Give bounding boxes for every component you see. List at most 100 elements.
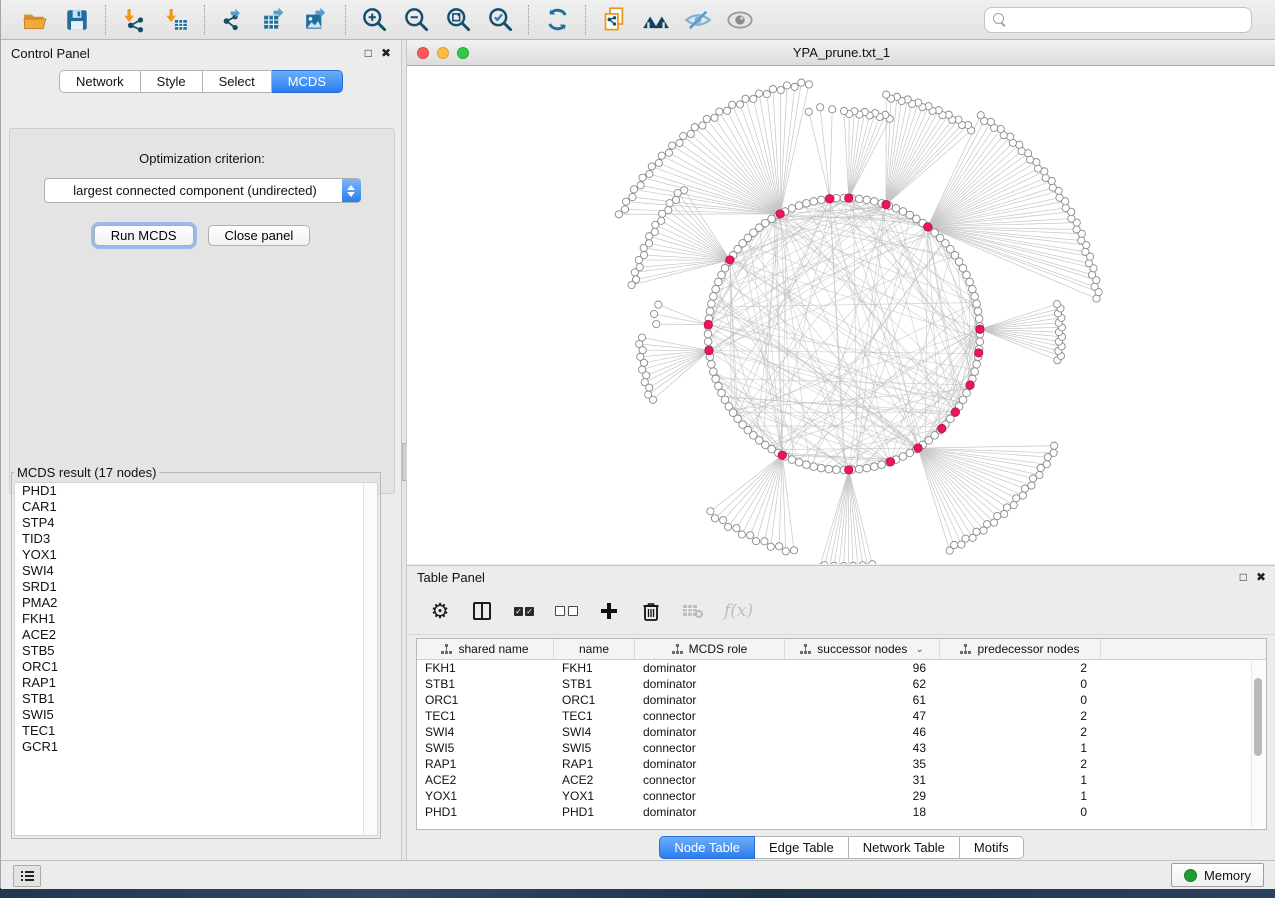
table-cell[interactable]: dominator [635, 804, 785, 820]
table-cell[interactable] [1101, 740, 1266, 756]
table-cell[interactable]: ORC1 [554, 692, 635, 708]
optimization-criterion-dropdown[interactable]: largest connected component (undirected) [44, 178, 361, 203]
table-cell[interactable]: TEC1 [417, 708, 554, 724]
table-cell[interactable]: 35 [785, 756, 940, 772]
table-row[interactable]: SWI4SWI4dominator462 [417, 724, 1266, 740]
clone-network-button[interactable] [600, 6, 628, 34]
table-cell[interactable] [1101, 692, 1266, 708]
table-row[interactable]: YOX1YOX1connector291 [417, 788, 1266, 804]
memory-button[interactable]: Memory [1171, 863, 1264, 887]
add-column-button[interactable] [598, 599, 620, 623]
mcds-result-list[interactable]: PHD1CAR1STP4TID3YOX1SWI4SRD1PMA2FKH1ACE2… [14, 482, 378, 836]
mcds-result-item[interactable]: YOX1 [15, 547, 377, 563]
table-row[interactable]: RAP1RAP1dominator352 [417, 756, 1266, 772]
table-cell[interactable]: 2 [940, 756, 1101, 772]
mcds-result-item[interactable]: TID3 [15, 531, 377, 547]
table-cell[interactable]: 46 [785, 724, 940, 740]
tab-network-table[interactable]: Network Table [849, 836, 960, 859]
select-all-button[interactable]: ✓✓ [513, 599, 535, 623]
tab-network[interactable]: Network [59, 70, 141, 93]
mcds-result-item[interactable]: RAP1 [15, 675, 377, 691]
table-cell[interactable]: STB1 [417, 676, 554, 692]
table-cell[interactable]: 47 [785, 708, 940, 724]
table-cell[interactable] [1101, 804, 1266, 820]
table-cell[interactable]: dominator [635, 724, 785, 740]
task-history-button[interactable] [13, 865, 41, 887]
table-cell[interactable] [1101, 756, 1266, 772]
float-panel-icon[interactable]: □ [365, 47, 372, 59]
close-panel-button[interactable]: Close panel [208, 225, 311, 246]
mcds-result-item[interactable]: ORC1 [15, 659, 377, 675]
table-cell[interactable]: connector [635, 788, 785, 804]
table-row[interactable]: FKH1FKH1dominator962 [417, 660, 1266, 676]
table-cell[interactable]: YOX1 [554, 788, 635, 804]
table-cell[interactable]: 31 [785, 772, 940, 788]
show-hide-graphics-button[interactable] [684, 6, 712, 34]
column-header-name[interactable]: name [554, 639, 635, 659]
table-cell[interactable]: 2 [940, 724, 1101, 740]
apply-layout-button[interactable] [543, 6, 571, 34]
table-cell[interactable]: RAP1 [554, 756, 635, 772]
run-mcds-button[interactable]: Run MCDS [94, 225, 194, 246]
function-builder-button[interactable]: f(x) [724, 599, 753, 623]
export-table-button[interactable] [261, 6, 289, 34]
tab-style[interactable]: Style [141, 70, 203, 93]
tab-select[interactable]: Select [203, 70, 272, 93]
delete-table-button[interactable] [682, 599, 704, 623]
mcds-result-item[interactable]: STB5 [15, 643, 377, 659]
table-cell[interactable]: YOX1 [417, 788, 554, 804]
zoom-selected-button[interactable] [486, 6, 514, 34]
table-cell[interactable]: connector [635, 772, 785, 788]
table-cell[interactable] [1101, 772, 1266, 788]
table-scrollbar[interactable] [1251, 660, 1265, 828]
table-cell[interactable]: dominator [635, 660, 785, 676]
table-cell[interactable]: RAP1 [417, 756, 554, 772]
import-network-button[interactable] [120, 6, 148, 34]
table-cell[interactable]: FKH1 [417, 660, 554, 676]
tab-motifs[interactable]: Motifs [960, 836, 1024, 859]
import-table-button[interactable] [162, 6, 190, 34]
table-cell[interactable]: SWI4 [417, 724, 554, 740]
mcds-list-scrollbar[interactable] [363, 483, 377, 835]
search-input[interactable] [984, 7, 1252, 33]
table-row[interactable]: ORC1ORC1dominator610 [417, 692, 1266, 708]
scrollbar-thumb[interactable] [1254, 678, 1262, 756]
table-cell[interactable]: 1 [940, 788, 1101, 804]
close-panel-icon[interactable]: ✖ [381, 47, 391, 59]
network-canvas[interactable] [407, 66, 1275, 564]
eye-button[interactable] [726, 6, 754, 34]
table-cell[interactable] [1101, 708, 1266, 724]
table-cell[interactable]: dominator [635, 756, 785, 772]
column-header-successor-nodes[interactable]: successor nodes⌄ [785, 639, 940, 659]
mcds-result-item[interactable]: FKH1 [15, 611, 377, 627]
table-cell[interactable]: 2 [940, 708, 1101, 724]
mcds-result-item[interactable]: SRD1 [15, 579, 377, 595]
table-row[interactable]: ACE2ACE2connector311 [417, 772, 1266, 788]
table-cell[interactable]: SWI4 [554, 724, 635, 740]
column-header-MCDS-role[interactable]: MCDS role [635, 639, 785, 659]
tab-edge-table[interactable]: Edge Table [755, 836, 849, 859]
float-panel-icon[interactable]: □ [1240, 571, 1247, 583]
zoom-fit-button[interactable] [444, 6, 472, 34]
table-cell[interactable]: PHD1 [417, 804, 554, 820]
mcds-result-item[interactable]: STP4 [15, 515, 377, 531]
table-cell[interactable] [1101, 676, 1266, 692]
delete-column-button[interactable] [640, 599, 662, 623]
table-cell[interactable] [1101, 660, 1266, 676]
table-row[interactable]: STB1STB1dominator620 [417, 676, 1266, 692]
table-cell[interactable]: 2 [940, 660, 1101, 676]
table-cell[interactable]: TEC1 [554, 708, 635, 724]
show-columns-button[interactable] [471, 599, 493, 623]
close-panel-icon[interactable]: ✖ [1256, 571, 1266, 583]
tab-node-table[interactable]: Node Table [659, 836, 755, 859]
table-cell[interactable]: PHD1 [554, 804, 635, 820]
save-session-button[interactable] [63, 6, 91, 34]
table-cell[interactable]: 29 [785, 788, 940, 804]
network-window-titlebar[interactable]: YPA_prune.txt_1 [407, 40, 1275, 66]
table-cell[interactable]: ORC1 [417, 692, 554, 708]
table-cell[interactable] [1101, 788, 1266, 804]
table-cell[interactable]: SWI5 [554, 740, 635, 756]
export-network-button[interactable] [219, 6, 247, 34]
table-cell[interactable]: 0 [940, 676, 1101, 692]
mcds-result-item[interactable]: STB1 [15, 691, 377, 707]
